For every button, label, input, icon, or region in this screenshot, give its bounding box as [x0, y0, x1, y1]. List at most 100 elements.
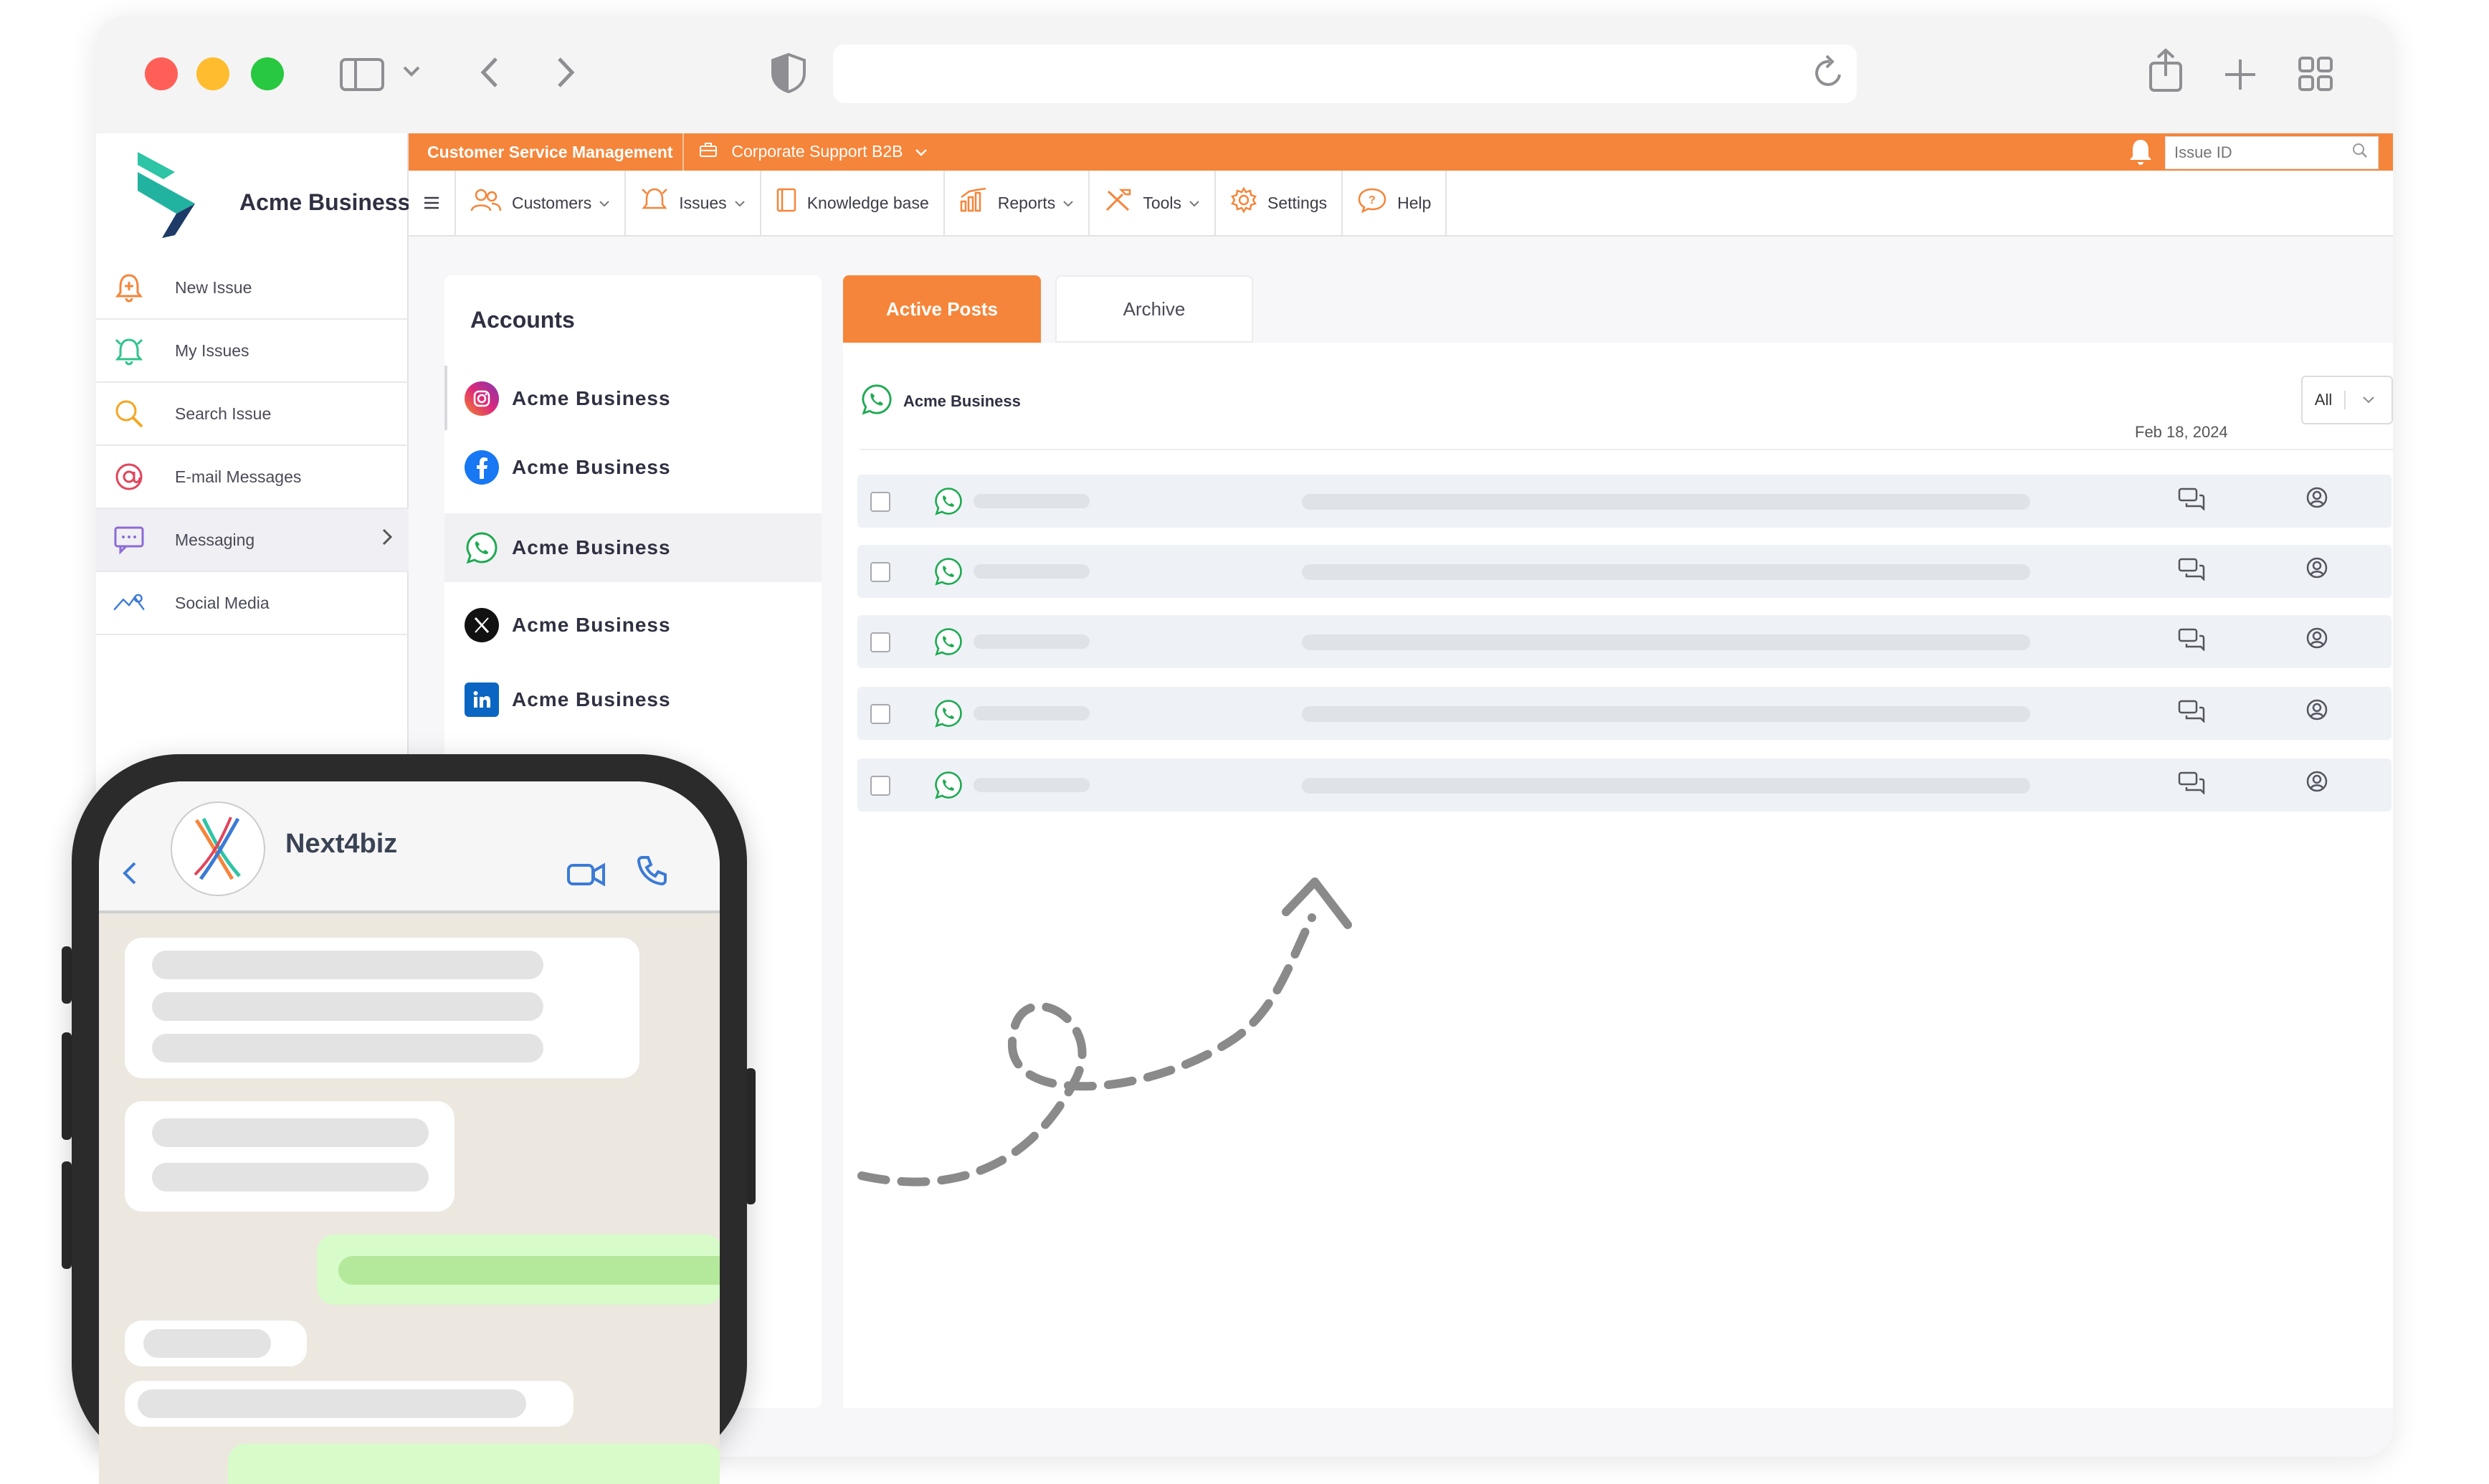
- chevron-down-icon: [734, 196, 746, 211]
- workspace-selector[interactable]: Corporate Support B2B: [700, 142, 928, 161]
- chat-header: Next4biz: [99, 781, 720, 913]
- reload-icon[interactable]: [1812, 54, 1845, 99]
- divider: [682, 133, 684, 171]
- search-icon[interactable]: [2352, 143, 2368, 163]
- briefcase-icon: [700, 142, 721, 161]
- tab-archive[interactable]: Archive: [1055, 275, 1253, 343]
- assign-user-icon[interactable]: [2305, 698, 2328, 727]
- video-call-icon[interactable]: [566, 856, 605, 895]
- whatsapp-icon: [933, 698, 963, 732]
- brand-logo[interactable]: Acme Business: [132, 148, 410, 255]
- help-icon: ?: [1357, 187, 1387, 219]
- post-row[interactable]: [857, 758, 2392, 812]
- sidebar-item-email-messages[interactable]: E-mail Messages: [96, 446, 409, 509]
- nav-issues[interactable]: Issues: [626, 171, 761, 235]
- nav-settings[interactable]: Settings: [1216, 171, 1343, 235]
- outgoing-message: [317, 1235, 720, 1305]
- reply-icon[interactable]: [2178, 558, 2205, 586]
- menu-toggle-button[interactable]: [409, 171, 456, 235]
- sidebar-item-label: My Issues: [175, 341, 249, 360]
- sidebar-item-label: Search Issue: [175, 404, 272, 423]
- assign-user-icon[interactable]: [2305, 627, 2328, 655]
- row-checkbox[interactable]: [870, 704, 890, 724]
- sidebar-icon[interactable]: [340, 56, 384, 99]
- sidebar-item-social-media[interactable]: Social Media: [96, 572, 409, 635]
- sidebar-item-search-issue[interactable]: Search Issue: [96, 383, 409, 446]
- email-icon: [112, 460, 146, 494]
- nav-reports[interactable]: Reports: [945, 171, 1090, 235]
- module-bar: Customer Service Management Corporate Su…: [409, 133, 2393, 171]
- row-checkbox[interactable]: [870, 492, 890, 512]
- post-row[interactable]: [857, 545, 2392, 598]
- address-bar[interactable]: [833, 44, 1857, 103]
- reply-icon[interactable]: [2178, 700, 2205, 728]
- account-instagram[interactable]: Acme Business: [444, 364, 822, 433]
- avatar[interactable]: [171, 802, 265, 896]
- accounts-title: Accounts: [470, 307, 575, 333]
- post-row[interactable]: [857, 475, 2392, 528]
- nav-label: Issues: [679, 193, 727, 212]
- account-linkedin[interactable]: Acme Business: [444, 665, 822, 734]
- bell-icon[interactable]: [2128, 138, 2154, 173]
- account-x[interactable]: Acme Business: [444, 591, 822, 660]
- message-placeholder: [1302, 706, 2030, 722]
- share-icon[interactable]: [2148, 47, 2184, 101]
- nav-label: Reports: [997, 193, 1056, 212]
- nav-help[interactable]: ? Help: [1343, 171, 1447, 235]
- phone-button: [62, 1161, 72, 1269]
- incoming-message: [125, 1101, 455, 1212]
- assign-user-icon[interactable]: [2305, 770, 2328, 799]
- whatsapp-icon: [933, 627, 963, 660]
- forward-icon[interactable]: [551, 54, 579, 98]
- post-row[interactable]: [857, 615, 2392, 668]
- message-placeholder: [1302, 778, 2030, 794]
- tab-active-posts[interactable]: Active Posts: [843, 275, 1041, 343]
- posts-date: Feb 18, 2024: [2135, 423, 2228, 441]
- account-facebook[interactable]: Acme Business: [444, 433, 822, 502]
- module-title[interactable]: Customer Service Management: [427, 143, 673, 162]
- back-icon[interactable]: [476, 54, 505, 98]
- reply-icon[interactable]: [2178, 628, 2205, 657]
- whatsapp-icon: [933, 770, 963, 804]
- row-checkbox[interactable]: [870, 632, 890, 652]
- account-name: Acme Business: [512, 536, 671, 558]
- shield-icon: [770, 52, 807, 103]
- issue-id-search[interactable]: [2165, 136, 2379, 169]
- nav-label: Customers: [512, 193, 592, 212]
- new-tab-icon[interactable]: [2224, 56, 2257, 99]
- phone-mockup: Next4biz: [72, 754, 747, 1484]
- sidebar-item-label: E-mail Messages: [175, 467, 302, 486]
- chevron-down-icon[interactable]: [401, 56, 422, 103]
- close-window-button[interactable]: [145, 57, 178, 90]
- nav-knowledge-base[interactable]: Knowledge base: [761, 171, 945, 235]
- sender-placeholder: [974, 564, 1090, 579]
- workspace-label: Corporate Support B2B: [731, 142, 903, 161]
- whatsapp-icon: [933, 556, 963, 590]
- zoom-window-button[interactable]: [251, 57, 284, 90]
- assign-user-icon[interactable]: [2305, 556, 2328, 585]
- phone-button: [62, 946, 72, 1004]
- sidebar-item-my-issues[interactable]: My Issues: [96, 320, 409, 383]
- reply-icon[interactable]: [2178, 487, 2205, 516]
- row-checkbox[interactable]: [870, 562, 890, 582]
- acme-logo-icon: [138, 152, 195, 238]
- chevron-down-icon: [1189, 196, 1200, 211]
- gear-icon: [1230, 186, 1257, 220]
- nav-customers[interactable]: Customers: [456, 171, 627, 235]
- sidebar-item-messaging[interactable]: Messaging: [96, 509, 409, 572]
- issue-id-input[interactable]: [2166, 137, 2338, 168]
- row-checkbox[interactable]: [870, 776, 890, 796]
- sidebar-item-new-issue[interactable]: New Issue: [96, 257, 409, 320]
- book-icon: [776, 187, 797, 219]
- minimize-window-button[interactable]: [196, 57, 229, 90]
- back-icon[interactable]: [120, 859, 138, 895]
- tab-overview-icon[interactable]: [2298, 56, 2333, 99]
- post-row[interactable]: [857, 687, 2392, 740]
- reply-icon[interactable]: [2178, 771, 2205, 800]
- assign-user-icon[interactable]: [2305, 486, 2328, 515]
- account-whatsapp[interactable]: Acme Business: [444, 513, 822, 582]
- filter-select[interactable]: All: [2301, 376, 2393, 424]
- phone-call-icon[interactable]: [637, 855, 668, 894]
- nav-tools[interactable]: Tools: [1090, 171, 1217, 235]
- phone-button: [62, 1032, 72, 1140]
